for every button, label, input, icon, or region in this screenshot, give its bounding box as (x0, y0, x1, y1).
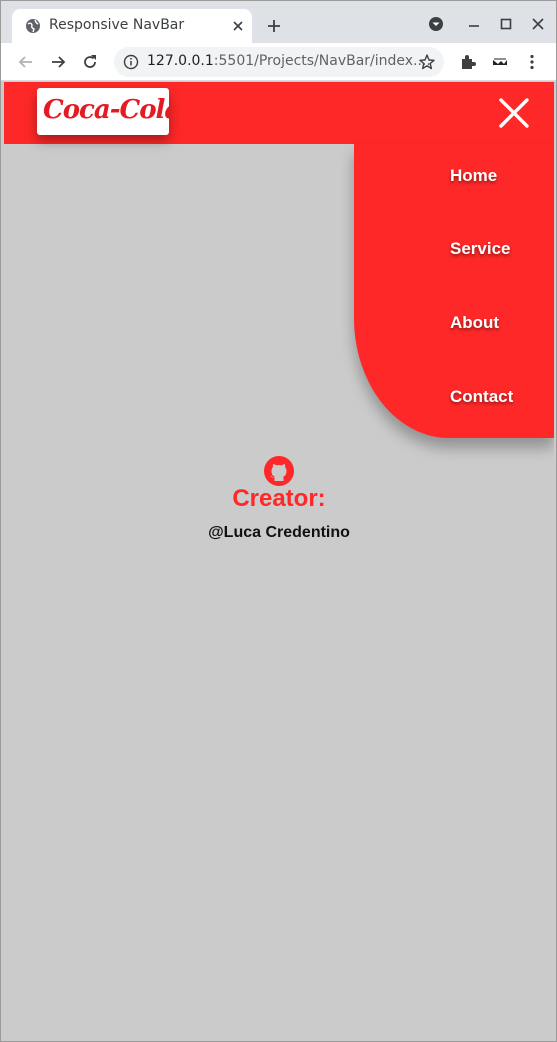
tab-title: Responsive NavBar (49, 17, 185, 33)
extensions-puzzle-icon[interactable] (458, 52, 478, 72)
creator-heading: Creator: (232, 485, 326, 512)
info-icon[interactable] (123, 54, 139, 70)
address-bar[interactable]: 127.0.0.1:5501/Projects/NavBar/index.... (114, 47, 444, 77)
menu-item-service[interactable]: Service (450, 239, 511, 259)
browser-toolbar: 127.0.0.1:5501/Projects/NavBar/index.... (1, 43, 556, 81)
maximize-icon[interactable] (497, 15, 515, 33)
creator-name: @Luca Credentino (208, 524, 350, 541)
forward-arrow-icon[interactable] (48, 52, 68, 72)
extension-icon[interactable] (490, 52, 510, 72)
reload-icon[interactable] (80, 52, 100, 72)
tab-strip: Responsive NavBar (1, 1, 556, 43)
globe-icon (26, 19, 40, 33)
tab-search-icon[interactable] (427, 15, 445, 33)
url-path: :5501/Projects/NavBar/index.... (213, 53, 431, 69)
close-window-icon[interactable] (529, 15, 547, 33)
nav-dropdown-menu: Home Service About Contact (354, 144, 554, 438)
url-text: 127.0.0.1:5501/Projects/NavBar/index.... (147, 53, 431, 69)
menu-item-contact[interactable]: Contact (450, 387, 513, 407)
logo-text: Coca-Cola (43, 95, 169, 125)
minimize-icon[interactable] (465, 15, 483, 33)
browser-tab[interactable]: Responsive NavBar (12, 9, 252, 43)
new-tab-icon[interactable] (264, 16, 284, 36)
menu-item-about[interactable]: About (450, 313, 499, 333)
menu-item-home[interactable]: Home (450, 166, 497, 186)
coca-cola-logo[interactable]: Coca-Cola (37, 88, 169, 135)
more-menu-icon[interactable] (522, 52, 542, 72)
back-arrow-icon[interactable] (16, 52, 36, 72)
close-menu-icon[interactable] (499, 98, 529, 128)
navbar: Coca-Cola (4, 82, 554, 144)
browser-window: Responsive NavBar 127.0.0.1:5501/Project… (0, 0, 557, 1042)
close-tab-icon[interactable] (230, 18, 246, 34)
bookmark-star-icon[interactable] (418, 53, 436, 71)
url-host: 127.0.0.1 (147, 53, 214, 69)
github-icon[interactable] (263, 455, 295, 487)
web-page: Coca-Cola Home Service About Contact Cre… (4, 82, 554, 1039)
